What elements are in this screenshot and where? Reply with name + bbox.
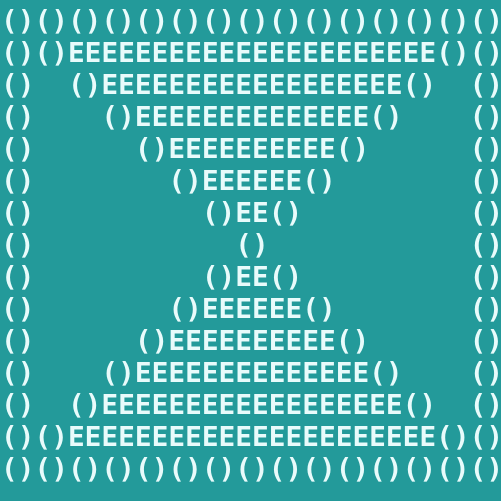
art-line-5: () ()EEEEEEEEEE() () [1, 132, 501, 165]
art-line-11: () ()EEEEEEEEEE() () [1, 324, 501, 357]
art-line-9: () ()EE() () [1, 260, 501, 293]
art-line-13: () ()EEEEEEEEEEEEEEEEEE() () [1, 388, 501, 421]
art-line-4: () ()EEEEEEEEEEEEEE() () [1, 100, 501, 133]
art-line-8: () () () [1, 228, 501, 261]
ascii-hourglass-art: ()()()()()()()()()()()()()()() ()()EEEEE… [0, 5, 501, 485]
art-line-14: ()()EEEEEEEEEEEEEEEEEEEEEE()() [1, 420, 501, 453]
art-line-1: ()()()()()()()()()()()()()()() [1, 4, 501, 37]
art-line-7: () ()EE() () [1, 196, 501, 229]
art-line-6: () ()EEEEEE() () [1, 164, 501, 197]
art-line-2: ()()EEEEEEEEEEEEEEEEEEEEEE()() [1, 36, 501, 69]
art-line-15: ()()()()()()()()()()()()()()() [1, 452, 501, 485]
art-line-12: () ()EEEEEEEEEEEEEE() () [1, 356, 501, 389]
art-line-10: () ()EEEEEE() () [1, 292, 501, 325]
art-line-3: () ()EEEEEEEEEEEEEEEEEE() () [1, 68, 501, 101]
